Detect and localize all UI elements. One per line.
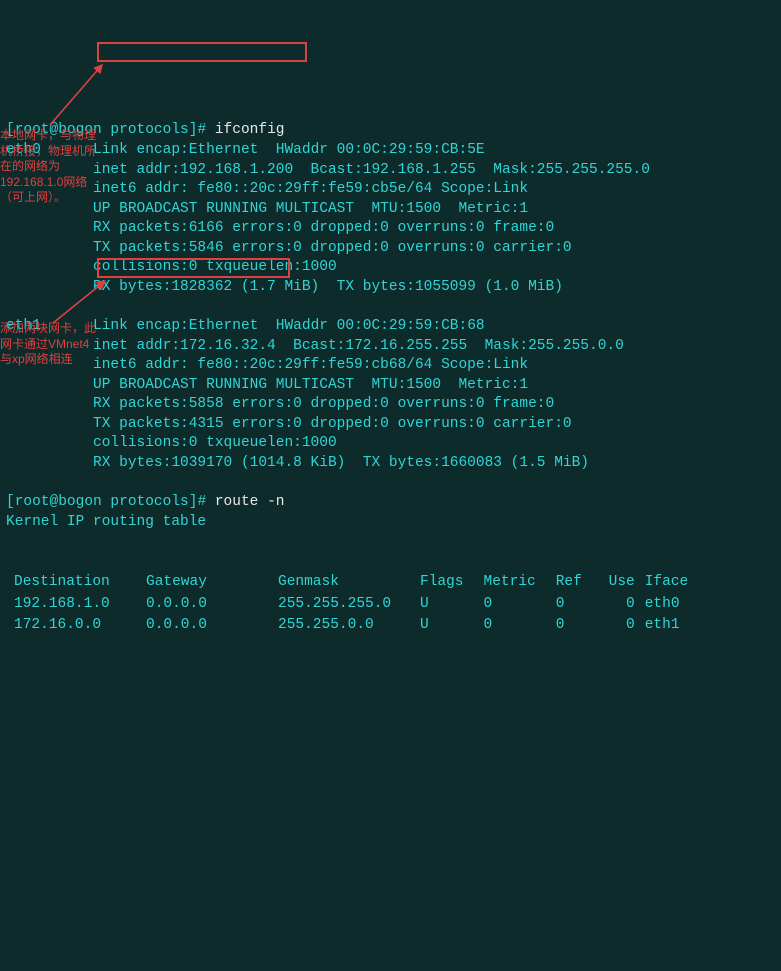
route-header: Destination Gateway Genmask Flags Metric… bbox=[14, 573, 706, 593]
command-route: route -n bbox=[215, 494, 285, 510]
route-row: 192.168.1.0 0.0.0.0 255.255.255.0 U 0 0 … bbox=[14, 595, 706, 615]
terminal-output: [root@bogon protocols]# ifconfig eth0 Li… bbox=[6, 102, 781, 532]
eth1-inet: inet addr:172.16.32.4 bbox=[93, 338, 276, 354]
highlight-box-eth0-inet bbox=[97, 42, 307, 62]
route-row: 172.16.0.0 0.0.0.0 255.255.0.0 U 0 0 0 e… bbox=[14, 616, 706, 636]
prompt-line: [root@bogon protocols]# route -n bbox=[6, 494, 284, 510]
eth0-inet: inet addr:192.168.1.200 bbox=[93, 162, 293, 178]
annotation-note-eth0: 本地网卡，与物理机桥接，物理机所在的网络为192.168.1.0网络（可上网）。 bbox=[0, 128, 100, 206]
command-ifconfig: ifconfig bbox=[215, 122, 285, 138]
annotation-note-eth1: 添加两块网卡，此网卡通过VMnet4与xp网络相连 bbox=[0, 321, 100, 368]
route-title: Kernel IP routing table bbox=[6, 514, 206, 530]
route-table: Destination Gateway Genmask Flags Metric… bbox=[12, 571, 708, 638]
